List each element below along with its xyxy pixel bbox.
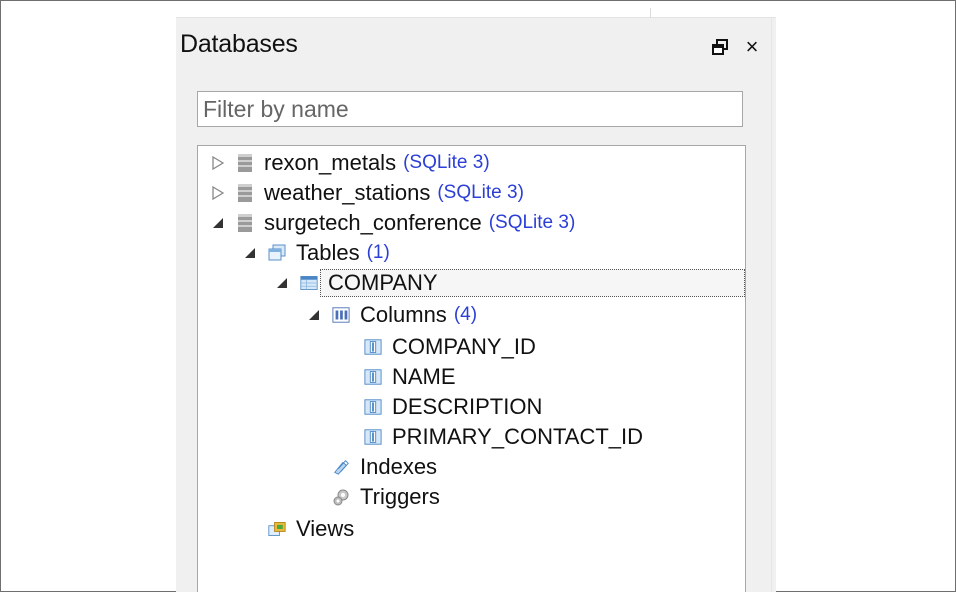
tree-item-column[interactable]: DESCRIPTION: [338, 393, 542, 421]
tree-item-views[interactable]: Views: [242, 515, 354, 543]
tree-item-columns[interactable]: Columns (4): [306, 301, 477, 329]
tree-item-rexon-metals[interactable]: rexon_metals (SQLite 3): [210, 149, 490, 177]
tree-item-weather-stations[interactable]: weather_stations (SQLite 3): [210, 179, 524, 207]
column-name: PRIMARY_CONTACT_ID: [392, 424, 644, 449]
database-engine: (SQLite 3): [488, 212, 576, 233]
panel-edge: [771, 18, 772, 592]
collapsed-arrow-icon[interactable]: [210, 155, 226, 171]
views-icon: [268, 519, 286, 539]
tree-item-indexes[interactable]: Indexes: [306, 453, 437, 481]
column-name: DESCRIPTION: [392, 394, 543, 419]
tables-count: (1): [366, 242, 390, 263]
panel-title-buttons: ×: [710, 34, 765, 60]
database-engine: (SQLite 3): [403, 152, 490, 173]
tree-item-column[interactable]: COMPANY_ID: [338, 333, 536, 361]
column-icon: [364, 367, 382, 387]
column-name: NAME: [392, 364, 456, 389]
tree-item-column[interactable]: NAME: [338, 363, 456, 391]
expanded-arrow-icon[interactable]: [306, 307, 322, 323]
columns-icon: [332, 305, 350, 325]
tables-label: Tables: [296, 240, 360, 265]
columns-label: Columns: [360, 302, 447, 327]
panel-title: Databases: [180, 30, 298, 58]
triggers-label: Triggers: [360, 484, 440, 509]
restore-window-icon[interactable]: [710, 37, 730, 57]
indexes-label: Indexes: [360, 454, 438, 479]
column-name: COMPANY_ID: [392, 334, 536, 359]
tree-item-surgetech-conference[interactable]: surgetech_conference (SQLite 3): [210, 209, 575, 237]
tree-item-company-table[interactable]: COMPANY: [274, 269, 438, 297]
column-icon: [364, 397, 382, 417]
expanded-arrow-icon[interactable]: [210, 215, 226, 231]
tables-folder-icon: [268, 243, 286, 263]
views-label: Views: [296, 516, 355, 541]
tree-item-tables[interactable]: Tables (1): [242, 239, 390, 267]
database-icon: [236, 213, 254, 233]
close-icon[interactable]: ×: [742, 36, 762, 58]
column-icon: [364, 337, 382, 357]
database-icon: [236, 183, 254, 203]
database-name: surgetech_conference: [264, 210, 482, 235]
database-engine: (SQLite 3): [437, 182, 524, 203]
database-icon: [236, 153, 254, 173]
expanded-arrow-icon[interactable]: [274, 275, 290, 291]
expanded-arrow-icon[interactable]: [242, 245, 258, 261]
database-name: rexon_metals: [264, 150, 397, 175]
filter-input[interactable]: [197, 91, 743, 127]
tree-item-triggers[interactable]: Triggers: [306, 483, 440, 511]
tree-item-column[interactable]: PRIMARY_CONTACT_ID: [338, 423, 643, 451]
database-name: weather_stations: [264, 180, 431, 205]
table-name: COMPANY: [328, 270, 438, 295]
collapsed-arrow-icon[interactable]: [210, 185, 226, 201]
column-icon: [364, 427, 382, 447]
table-icon: [300, 273, 318, 293]
indexes-icon: [332, 457, 350, 477]
triggers-gear-icon: [332, 487, 350, 507]
columns-count: (4): [453, 304, 478, 325]
top-separator: [650, 8, 651, 18]
